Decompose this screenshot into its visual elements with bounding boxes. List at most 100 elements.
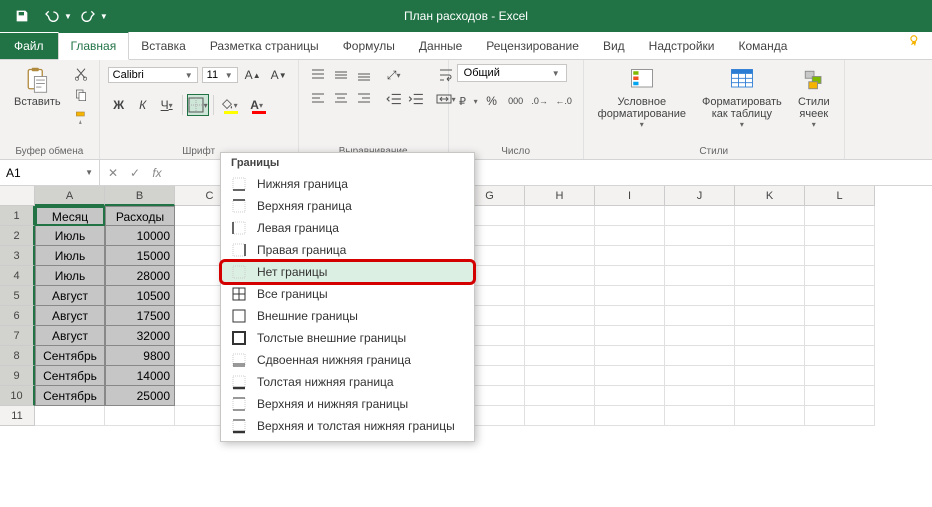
row-header[interactable]: 7 [0, 326, 35, 346]
cell[interactable] [665, 246, 735, 266]
tab-insert[interactable]: Вставка [129, 33, 198, 59]
redo-button[interactable] [74, 2, 102, 30]
cell[interactable] [595, 266, 665, 286]
borders-menu-item[interactable]: Верхняя граница [221, 195, 474, 217]
paste-button[interactable]: Вставить [8, 64, 67, 110]
cell[interactable] [525, 326, 595, 346]
tab-data[interactable]: Данные [407, 33, 474, 59]
borders-menu-item[interactable]: Нижняя граница [221, 173, 474, 195]
cell[interactable] [735, 386, 805, 406]
select-all-corner[interactable] [0, 186, 35, 206]
bold-button[interactable]: Ж [108, 94, 130, 116]
save-button[interactable] [8, 2, 36, 30]
cell[interactable] [525, 226, 595, 246]
cell[interactable] [35, 406, 105, 426]
row-header[interactable]: 8 [0, 346, 35, 366]
comma-format-button[interactable]: 000 [505, 90, 527, 112]
number-format-combo[interactable]: Общий▼ [457, 64, 567, 82]
cell[interactable] [805, 206, 875, 226]
cell[interactable] [525, 346, 595, 366]
cell[interactable] [595, 206, 665, 226]
cell[interactable] [805, 386, 875, 406]
row-header[interactable]: 2 [0, 226, 35, 246]
cell[interactable] [105, 406, 175, 426]
cell[interactable] [805, 366, 875, 386]
column-header[interactable]: K [735, 186, 805, 206]
row-header[interactable]: 1 [0, 206, 35, 226]
cell[interactable] [665, 386, 735, 406]
cell[interactable] [595, 326, 665, 346]
format-painter-button[interactable] [71, 108, 91, 128]
name-box[interactable]: A1▼ [0, 160, 100, 185]
cell[interactable] [665, 266, 735, 286]
align-top-button[interactable] [307, 64, 329, 86]
cell[interactable] [735, 266, 805, 286]
tab-file[interactable]: Файл [0, 33, 58, 59]
cell[interactable] [595, 386, 665, 406]
cell[interactable] [595, 306, 665, 326]
column-header[interactable]: L [805, 186, 875, 206]
cell[interactable]: 15000 [105, 246, 175, 266]
tab-team[interactable]: Команда [727, 33, 800, 59]
fx-icon[interactable]: fx [148, 166, 166, 180]
cell[interactable] [735, 286, 805, 306]
cell[interactable] [525, 386, 595, 406]
cell[interactable] [595, 406, 665, 426]
font-size-combo[interactable]: 11▼ [202, 67, 238, 83]
copy-button[interactable] [71, 86, 91, 106]
column-header[interactable]: H [525, 186, 595, 206]
cell[interactable] [595, 286, 665, 306]
cell[interactable]: Сентябрь [35, 346, 105, 366]
increase-font-button[interactable]: A▲ [242, 64, 264, 86]
cell[interactable]: 9800 [105, 346, 175, 366]
cell[interactable] [525, 366, 595, 386]
cell[interactable] [595, 246, 665, 266]
cell[interactable] [735, 346, 805, 366]
font-name-combo[interactable]: Calibri▼ [108, 67, 198, 83]
cell[interactable]: 14000 [105, 366, 175, 386]
enter-formula-icon[interactable]: ✓ [126, 166, 144, 180]
cell[interactable] [595, 366, 665, 386]
row-header[interactable]: 6 [0, 306, 35, 326]
cell[interactable] [525, 266, 595, 286]
borders-menu-item[interactable]: Левая граница [221, 217, 474, 239]
cell[interactable]: 10500 [105, 286, 175, 306]
row-header[interactable]: 9 [0, 366, 35, 386]
decrease-decimal-button[interactable]: ←.0 [553, 90, 575, 112]
column-header[interactable]: I [595, 186, 665, 206]
borders-menu-item[interactable]: Нет границы [221, 261, 474, 283]
tell-me-icon[interactable] [898, 28, 932, 59]
cell[interactable]: 32000 [105, 326, 175, 346]
cell[interactable]: Август [35, 306, 105, 326]
cell[interactable] [665, 326, 735, 346]
cell[interactable]: Август [35, 326, 105, 346]
cell[interactable] [665, 286, 735, 306]
cell[interactable] [735, 406, 805, 426]
align-center-button[interactable] [330, 87, 352, 109]
cell[interactable]: Июль [35, 246, 105, 266]
borders-menu-item[interactable]: Верхняя и нижняя границы [221, 393, 474, 415]
cell[interactable]: 17500 [105, 306, 175, 326]
cell[interactable] [735, 306, 805, 326]
qat-customize-icon[interactable]: ▼ [100, 12, 108, 21]
align-right-button[interactable] [353, 87, 375, 109]
cell[interactable] [665, 346, 735, 366]
cell[interactable] [735, 206, 805, 226]
row-header[interactable]: 3 [0, 246, 35, 266]
conditional-formatting-button[interactable]: Условное форматирование▾ [592, 64, 692, 131]
borders-menu-item[interactable]: Сдвоенная нижняя граница [221, 349, 474, 371]
row-header[interactable]: 4 [0, 266, 35, 286]
borders-menu-item[interactable]: Толстая нижняя граница [221, 371, 474, 393]
accounting-format-button[interactable]: ₽▾ [457, 90, 479, 112]
row-header[interactable]: 10 [0, 386, 35, 406]
align-left-button[interactable] [307, 87, 329, 109]
cell-styles-button[interactable]: Стили ячеек▾ [792, 64, 836, 131]
cell[interactable] [735, 326, 805, 346]
cell[interactable]: 25000 [105, 386, 175, 406]
tab-formulas[interactable]: Формулы [331, 33, 407, 59]
cell[interactable] [805, 266, 875, 286]
format-as-table-button[interactable]: Форматировать как таблицу▾ [696, 64, 788, 131]
borders-button[interactable]: ▾ [187, 94, 209, 116]
cell[interactable] [525, 406, 595, 426]
cell[interactable] [665, 206, 735, 226]
